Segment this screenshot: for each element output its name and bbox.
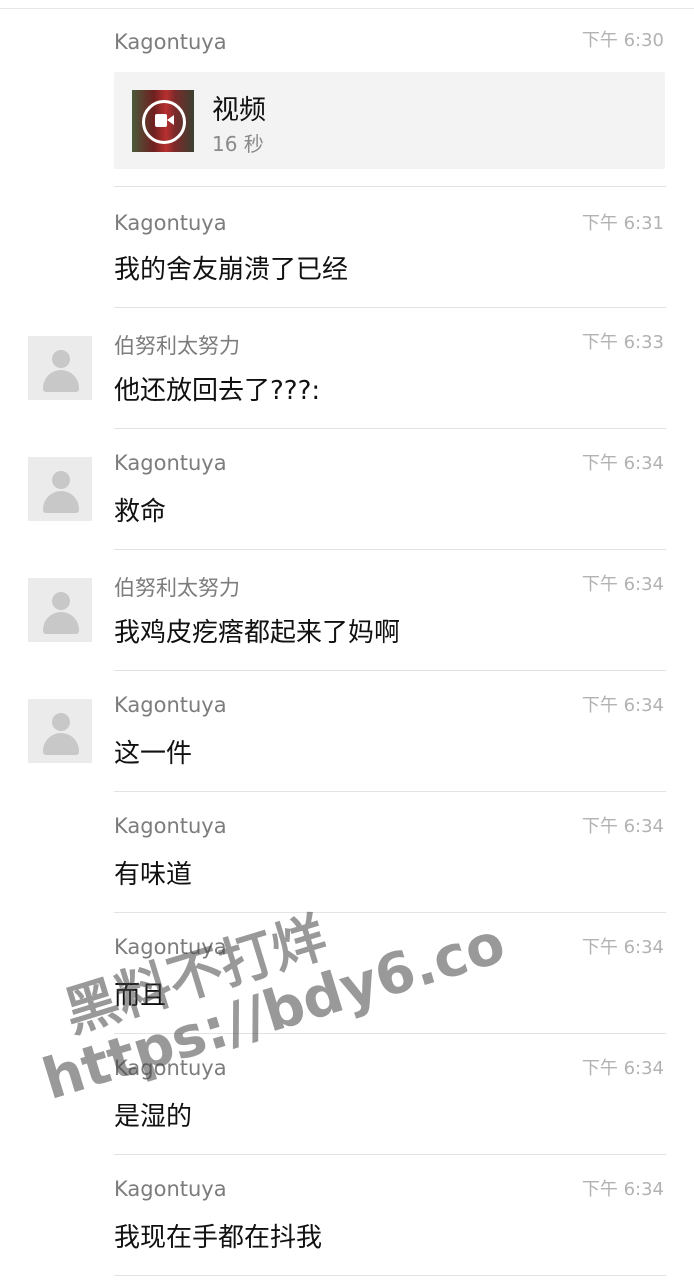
message-time: 下午 6:33 bbox=[581, 332, 664, 353]
sender-name: Kagontuya bbox=[114, 211, 227, 235]
sender-name: Kagontuya bbox=[114, 1177, 227, 1201]
sender-name: 伯努利太努力 bbox=[114, 334, 240, 358]
chat-message[interactable]: Kagontuya 下午 6:34 这一件 bbox=[0, 671, 694, 792]
sender-name: Kagontuya bbox=[114, 693, 227, 717]
message-time: 下午 6:31 bbox=[581, 213, 664, 234]
message-time: 下午 6:34 bbox=[581, 574, 664, 595]
default-avatar-icon bbox=[52, 592, 70, 610]
message-time: 下午 6:34 bbox=[581, 1058, 664, 1079]
message-time: 下午 6:34 bbox=[581, 1179, 664, 1200]
chat-message[interactable]: 伯努利太努力 下午 6:34 我鸡皮疙瘩都起来了妈啊 bbox=[0, 550, 694, 671]
message-time: 下午 6:34 bbox=[581, 937, 664, 958]
message-time: 下午 6:30 bbox=[581, 30, 664, 51]
chat-message[interactable]: Kagontuya 下午 6:31 我的舍友崩溃了已经 bbox=[0, 187, 694, 308]
video-card[interactable]: 视频 16 秒 bbox=[114, 72, 665, 169]
sender-name: Kagontuya bbox=[114, 814, 227, 838]
message-text: 我的舍友崩溃了已经 bbox=[114, 255, 349, 285]
default-avatar-icon bbox=[52, 471, 70, 489]
chat-message[interactable]: Kagontuya 下午 6:34 是湿的 bbox=[0, 1034, 694, 1155]
chat-message[interactable]: Kagontuya 下午 6:34 我现在手都在抖我 bbox=[0, 1155, 694, 1276]
chat-message-video[interactable]: Kagontuya 下午 6:30 视频 16 秒 bbox=[0, 8, 694, 187]
message-divider bbox=[114, 1275, 666, 1276]
chat-message[interactable]: Kagontuya 下午 6:34 而且 bbox=[0, 913, 694, 1034]
message-text: 我鸡皮疙瘩都起来了妈啊 bbox=[114, 618, 401, 648]
avatar[interactable] bbox=[28, 699, 92, 763]
message-text: 是湿的 bbox=[114, 1102, 193, 1132]
sender-name: 伯努利太努力 bbox=[114, 576, 240, 600]
sender-name: Kagontuya bbox=[114, 1056, 227, 1080]
default-avatar-icon bbox=[52, 350, 70, 368]
sender-name: Kagontuya bbox=[114, 30, 227, 54]
message-text: 这一件 bbox=[114, 739, 193, 769]
message-time: 下午 6:34 bbox=[581, 453, 664, 474]
avatar[interactable] bbox=[28, 578, 92, 642]
default-avatar-icon bbox=[52, 713, 70, 731]
chat-message[interactable]: 伯努利太努力 下午 6:33 他还放回去了???: bbox=[0, 308, 694, 429]
sender-name: Kagontuya bbox=[114, 451, 227, 475]
message-text: 有味道 bbox=[114, 860, 193, 890]
video-title: 视频 bbox=[212, 95, 266, 126]
message-text: 而且 bbox=[114, 981, 167, 1011]
message-time: 下午 6:34 bbox=[581, 695, 664, 716]
sender-name: Kagontuya bbox=[114, 935, 227, 959]
video-duration: 16 秒 bbox=[212, 132, 264, 156]
avatar[interactable] bbox=[28, 336, 92, 400]
message-text: 救命 bbox=[114, 497, 167, 527]
chat-message[interactable]: Kagontuya 下午 6:34 有味道 bbox=[0, 792, 694, 913]
chat-message[interactable]: Kagontuya 下午 6:34 救命 bbox=[0, 429, 694, 550]
message-text: 我现在手都在抖我 bbox=[114, 1223, 323, 1253]
video-thumbnail[interactable] bbox=[132, 90, 194, 152]
message-text: 他还放回去了???: bbox=[114, 376, 321, 406]
avatar[interactable] bbox=[28, 457, 92, 521]
message-time: 下午 6:34 bbox=[581, 816, 664, 837]
